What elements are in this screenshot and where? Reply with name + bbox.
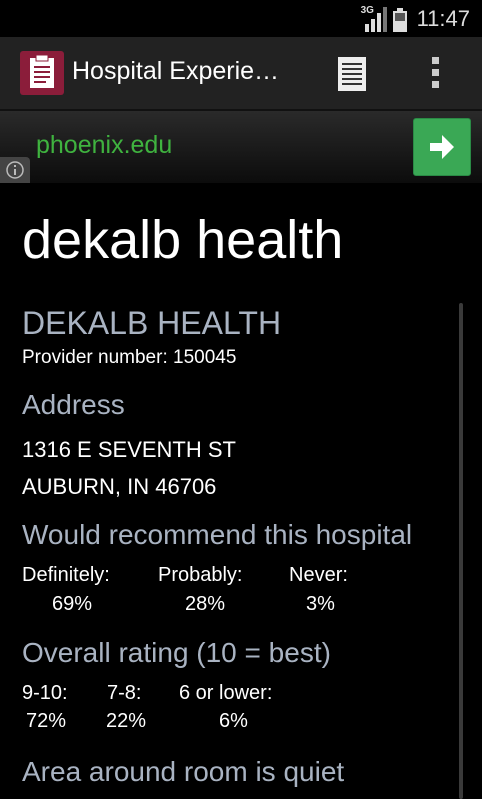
overall-label-6-or-lower: 6 or lower:	[179, 682, 273, 704]
overall-value-9-10: 72%	[26, 710, 67, 732]
recommend-value-probably: 28%	[185, 593, 226, 615]
recommend-heading: Would recommend this hospital	[22, 519, 413, 550]
clipboard-icon[interactable]	[20, 51, 64, 95]
address-line1: 1316 E SEVENTH ST	[22, 437, 236, 462]
network-type: 3G	[360, 5, 374, 16]
action-bar: Hospital Experie…	[0, 37, 482, 111]
overflow-menu-icon[interactable]	[424, 53, 448, 93]
app-title: Hospital Experie…	[72, 57, 280, 85]
info-icon[interactable]	[0, 157, 30, 183]
recommend-label-probably: Probably:	[158, 564, 243, 586]
address-heading: Address	[22, 389, 125, 420]
recommend-label-never: Never:	[289, 564, 348, 586]
scrollbar[interactable]	[459, 303, 463, 799]
arrow-right-icon[interactable]	[413, 118, 471, 176]
status-bar: 3G 11:47	[0, 0, 482, 37]
ad-banner[interactable]: phoenix.edu	[0, 111, 482, 183]
address-line2: AUBURN, IN 46706	[22, 474, 217, 499]
hospital-name: DEKALB HEALTH	[22, 305, 282, 341]
signal-icon: 3G	[360, 5, 387, 32]
recommend-value-never: 3%	[306, 593, 335, 615]
status-icons: 3G 11:47	[361, 4, 470, 34]
provider-number: Provider number: 150045	[22, 347, 237, 368]
recommend-value-definitely: 69%	[52, 593, 93, 615]
overall-value-6-or-lower: 6%	[219, 710, 248, 732]
overall-value-7-8: 22%	[106, 710, 147, 732]
content[interactable]: dekalb health DEKALB HEALTH Provider num…	[0, 183, 482, 799]
overall-label-7-8: 7-8:	[107, 682, 142, 704]
battery-icon	[392, 8, 407, 32]
ad-text[interactable]: phoenix.edu	[36, 131, 172, 160]
clock: 11:47	[416, 6, 470, 31]
recommend-label-definitely: Definitely:	[22, 564, 110, 586]
list-icon[interactable]	[334, 55, 372, 93]
overall-heading: Overall rating (10 = best)	[22, 637, 331, 668]
page-title: dekalb health	[22, 210, 344, 270]
overall-label-9-10: 9-10:	[22, 682, 68, 704]
quiet-heading: Area around room is quiet	[22, 756, 345, 787]
